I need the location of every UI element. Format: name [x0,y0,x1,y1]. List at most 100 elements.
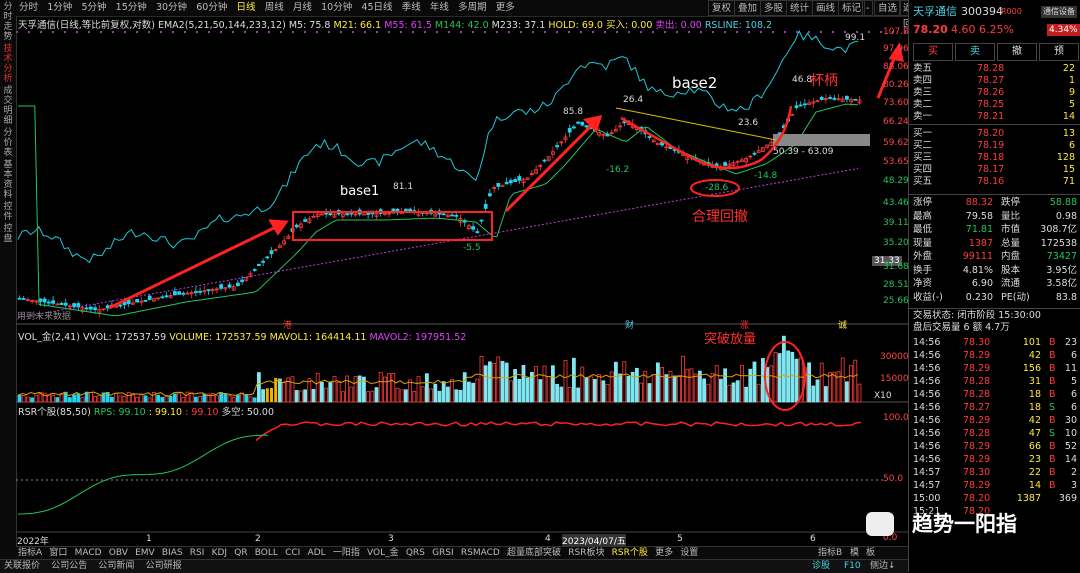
draw-button[interactable]: 画线 [812,0,840,16]
tick-count: 6 [1070,350,1077,361]
period-45day[interactable]: 45日线 [358,0,395,16]
book-label: 买五 [913,176,933,187]
tick-row: 14:56 78.29 156 B 11 [909,363,1080,375]
order-book-row[interactable]: 买五 78.16 71 [909,176,1080,188]
diagnose-link[interactable]: 诊股 [808,560,834,573]
side-toggle[interactable]: 侧边↓ [866,560,900,573]
vol-title: VOL_金(2,41) [18,332,80,343]
period-monthly[interactable]: 月线 [290,0,315,16]
period-weekly[interactable]: 周线 [262,0,287,16]
volume-bar [189,392,194,403]
book-volume: 71 [1062,176,1075,187]
volume-bar [156,394,161,403]
settings-button[interactable]: 通信设备 [1041,6,1077,18]
tab-price-table[interactable]: 分价表 [1,128,15,158]
candle-body [723,162,727,166]
rsr-series [255,421,862,442]
book-volume: 14 [1062,111,1075,122]
f10-link[interactable]: F10 [840,560,865,573]
order-book-row[interactable]: 买二 78.19 6 [909,140,1080,152]
quote-panel: 天孚通信 300394 R000 通信设备 78.20 4.60 6.25% 4… [908,0,1080,572]
candle-body [256,263,261,267]
volume-bar [580,366,585,403]
order-book-row[interactable]: 卖四 78.27 1 [909,75,1080,87]
order-book-row[interactable]: 卖二 78.25 5 [909,99,1080,111]
order-book-row[interactable]: 买三 78.18 128 [909,152,1080,164]
stat-value: 88.32 [965,197,993,208]
restore-button[interactable]: 复权 [708,0,736,16]
period-multi[interactable]: 多周期 [455,0,490,16]
overlay-button[interactable]: 叠加 [734,0,762,16]
period-more[interactable]: 更多 [493,0,518,16]
order-book-row[interactable]: 买四 78.17 15 [909,164,1080,176]
period-year[interactable]: 年线 [427,0,452,16]
order-book-row[interactable]: 卖一 78.21 14 [909,111,1080,123]
period-10min[interactable]: 10分钟 [318,0,355,16]
multi-stock-button[interactable]: 多股 [760,0,788,16]
volume-bar [256,372,261,403]
tab-intraday[interactable]: 分时走势 [1,2,15,42]
period-daily[interactable]: 日线 [234,0,259,16]
volume-bar [651,374,656,403]
tab-control[interactable]: 控件 [1,202,15,222]
order-book-row[interactable]: 卖三 78.26 9 [909,87,1080,99]
tick-volume: 42 [1028,350,1041,361]
chart-area[interactable] [16,28,908,546]
volume-bar [198,396,203,403]
tick-count: 30 [1064,415,1077,426]
sell-button[interactable]: 卖 [955,43,995,61]
tick-volume: 156 [1022,363,1041,374]
stats-button[interactable]: 统计 [786,0,814,16]
period-quarter[interactable]: 季线 [399,0,424,16]
volume-bar [84,391,89,403]
tick-time: 14:56 [913,350,941,361]
flag-finance: 财 [625,321,635,331]
minus-button[interactable]: - [862,0,874,16]
volume-bar [395,387,400,403]
volume-bar [160,396,165,403]
volume-bar [277,378,282,403]
order-book-row[interactable]: 买一 78.20 13 [909,128,1080,140]
volume-bar [517,378,522,403]
watchlist-button[interactable]: 自选 [874,0,902,16]
mark-button[interactable]: 标记 [838,0,866,16]
buy-button[interactable]: 买 [913,43,953,61]
related-quotes-link[interactable]: 关联报价 [0,560,44,573]
order-book-row[interactable]: 卖五 78.28 22 [909,63,1080,75]
tab-trades[interactable]: 成交明细 [1,86,15,126]
period-15min[interactable]: 15分钟 [113,0,150,16]
tick-count: 10 [1064,428,1077,439]
period-30min[interactable]: 30分钟 [153,0,190,16]
volume-bar [748,368,753,403]
cancel-order-button[interactable]: 撤 [997,43,1037,61]
arrow-2 [504,121,596,213]
tick-time: 14:56 [913,402,941,413]
period-intraday[interactable]: 分时 [16,0,41,16]
volume-bar [710,373,715,403]
status-bar: 关联报价 公司公告 公司新闻 公司研报 诊股 F10 侧边↓ [0,559,908,573]
candle-body [853,98,858,101]
candle-body [572,126,576,129]
tab-technical[interactable]: 技术分析 [1,44,15,84]
volume-bar [298,390,303,403]
book-price: 78.19 [977,140,1005,151]
stat-value: 4.81% [962,264,993,276]
book-price: 78.18 [977,152,1005,163]
candle-body [160,296,165,299]
period-60min[interactable]: 60分钟 [193,0,230,16]
period-1min[interactable]: 1分钟 [44,0,75,16]
candle-body [89,306,93,310]
period-5min[interactable]: 5分钟 [78,0,109,16]
dip-5: -5.5 [463,243,481,253]
tick-row: 14:56 78.29 42 B 6 [909,350,1080,362]
volume-bar [290,376,295,403]
company-news-link[interactable]: 公司新闻 [94,560,138,573]
company-report-link[interactable]: 公司研报 [142,560,186,573]
tab-fundamentals[interactable]: 基本资料 [1,160,15,200]
preset-button[interactable]: 预 [1039,43,1079,61]
stat-value: 58.88 [1049,197,1077,208]
book-price: 78.25 [977,99,1005,110]
tab-holding[interactable]: 控盘 [1,224,15,244]
company-notice-link[interactable]: 公司公告 [47,560,91,573]
candle-body [198,290,203,293]
